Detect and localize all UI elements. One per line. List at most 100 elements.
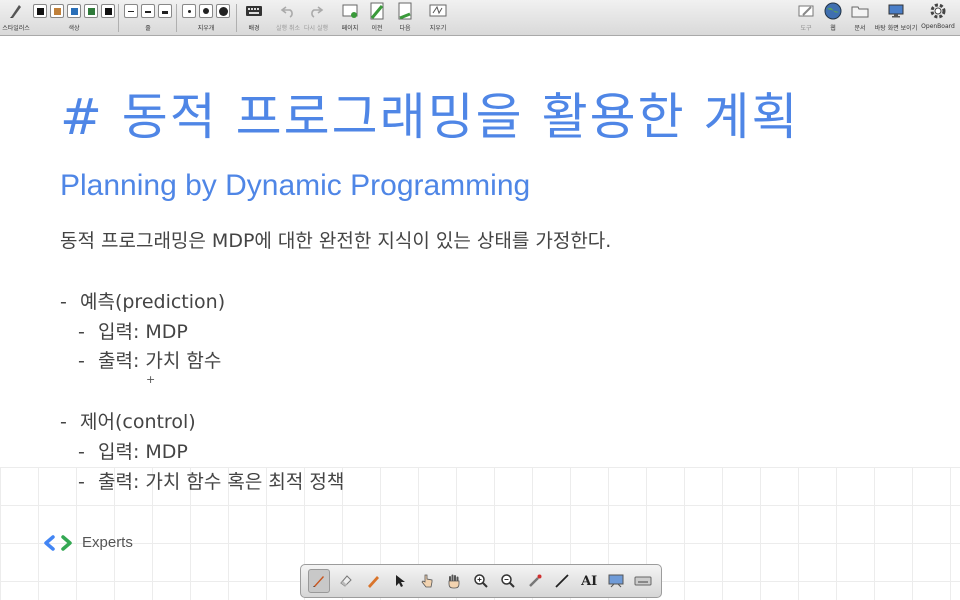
line-medium-icon[interactable]	[141, 4, 155, 18]
hand-tool[interactable]	[443, 569, 465, 593]
web-label: 웹	[830, 25, 836, 32]
prev-page-button[interactable]: 이전	[366, 2, 388, 34]
color-group: 색상	[33, 2, 115, 34]
eraser-tool[interactable]	[335, 569, 357, 593]
openboard-label: OpenBoard	[921, 23, 955, 30]
hand-icon	[448, 574, 460, 589]
zoom-in-tool[interactable]	[470, 569, 492, 593]
tools-button[interactable]: 도구	[794, 2, 818, 34]
keyboard-icon	[244, 2, 264, 20]
intro-text: 동적 프로그래밍은 MDP에 대한 완전한 지식이 있는 상태를 가정한다.	[60, 230, 612, 252]
redo-icon	[306, 2, 326, 20]
documents-button[interactable]: 문서	[848, 2, 872, 34]
main-toolbar: 스타일러스 색상 줄 지우개 배경 실행 취소 다시 실행 페이지 이전 다음 …	[0, 0, 960, 36]
next-label: 다음	[399, 25, 411, 32]
bullet-prediction-output: - 출력: 가치 함수	[78, 346, 221, 373]
color-swatch-black[interactable]	[33, 4, 47, 18]
globe-icon	[823, 2, 843, 20]
color-swatch-green[interactable]	[84, 4, 98, 18]
page-button[interactable]: 페이지	[338, 2, 362, 34]
bullet-text: 예측(prediction)	[80, 291, 226, 313]
text-tool-label: AI	[581, 573, 598, 589]
bullet-dash: -	[78, 350, 85, 372]
highlighter-tool[interactable]	[362, 569, 384, 593]
new-page-icon	[340, 2, 360, 20]
gear-icon	[928, 2, 948, 20]
pointing-hand-icon	[421, 574, 433, 588]
bullet-dash: -	[78, 441, 85, 463]
redo-label: 다시 실행	[304, 25, 328, 32]
undo-button[interactable]: 실행 취소	[274, 2, 302, 34]
toolbar-divider	[118, 4, 119, 32]
webcam-overlay	[108, 440, 308, 600]
bullet-dash: -	[78, 321, 85, 343]
stylus-group[interactable]: 스타일러스	[2, 2, 30, 34]
bullet-dash: -	[60, 411, 67, 433]
laser-pointer-icon	[529, 574, 542, 587]
bullet-control: - 제어(control)	[60, 407, 196, 434]
line-tool[interactable]	[551, 569, 573, 593]
documents-label: 문서	[854, 25, 866, 32]
eraser-large-icon[interactable]	[216, 4, 230, 18]
color-label: 색상	[68, 25, 80, 32]
bullet-prediction-input: - 입력: MDP	[78, 317, 188, 344]
bullet-prediction: - 예측(prediction)	[60, 287, 225, 314]
zoom-in-icon	[474, 574, 488, 588]
bullet-text: 제어(control)	[80, 411, 196, 433]
line-thick-icon[interactable]	[158, 4, 172, 18]
color-swatch-dark[interactable]	[101, 4, 115, 18]
select-tool[interactable]	[389, 569, 411, 593]
capture-tool[interactable]	[605, 569, 627, 593]
virtual-keyboard-tool[interactable]	[632, 569, 654, 593]
toolbar-divider	[236, 4, 237, 32]
redo-button[interactable]: 다시 실행	[302, 2, 330, 34]
line-thin-icon[interactable]	[124, 4, 138, 18]
prev-page-icon	[367, 2, 387, 20]
text-tool[interactable]: AI	[578, 569, 600, 593]
undo-icon	[278, 2, 298, 20]
show-desktop-button[interactable]: 바탕 화면 보이기	[874, 2, 918, 34]
eraser-label: 지우개	[197, 25, 215, 32]
interact-tool[interactable]	[416, 569, 438, 593]
bullet-text: 입력: MDP	[98, 321, 188, 343]
zoom-out-tool[interactable]	[497, 569, 519, 593]
line-icon	[555, 574, 569, 588]
drawing-toolbar: AI	[300, 564, 662, 598]
next-page-icon	[395, 2, 415, 20]
web-button[interactable]: 웹	[822, 2, 844, 34]
marker-icon	[367, 576, 379, 588]
eraser-medium-icon[interactable]	[199, 4, 213, 18]
undo-label: 실행 취소	[276, 25, 300, 32]
bullet-text: 출력: 가치 함수	[98, 350, 222, 372]
eraser-small-icon[interactable]	[182, 4, 196, 18]
color-swatch-orange[interactable]	[50, 4, 64, 18]
stylus-icon[interactable]	[6, 2, 26, 20]
desktop-icon	[886, 2, 906, 20]
keyboard-icon	[634, 576, 652, 586]
openboard-button[interactable]: OpenBoard	[920, 2, 956, 34]
bullet-dash: -	[78, 471, 85, 493]
show-desktop-label: 바탕 화면 보이기	[874, 25, 918, 32]
prev-label: 이전	[371, 25, 383, 32]
cursor-plus-mark: +	[146, 373, 156, 386]
presenter-video	[118, 452, 300, 600]
toolbar-divider	[176, 4, 177, 32]
laser-pointer-tool[interactable]	[524, 569, 546, 593]
erase-label: 지우기	[429, 25, 447, 32]
line-label: 줄	[145, 25, 151, 32]
background-label: 배경	[248, 25, 260, 32]
pen-icon	[312, 576, 324, 587]
erase-button[interactable]: 지우기	[424, 2, 452, 34]
arrow-cursor-icon	[395, 575, 405, 587]
stylus-label: 스타일러스	[2, 25, 30, 32]
page-label: 페이지	[341, 25, 359, 32]
folder-icon	[850, 2, 870, 20]
tools-icon	[796, 2, 816, 20]
eraser-icon	[339, 575, 352, 587]
pen-tool[interactable]	[307, 569, 330, 593]
google-brackets-icon	[44, 534, 72, 551]
next-page-button[interactable]: 다음	[394, 2, 416, 34]
color-swatch-blue[interactable]	[67, 4, 81, 18]
background-button[interactable]: 배경	[242, 2, 266, 34]
eraser-size-group: 지우개	[182, 2, 230, 34]
